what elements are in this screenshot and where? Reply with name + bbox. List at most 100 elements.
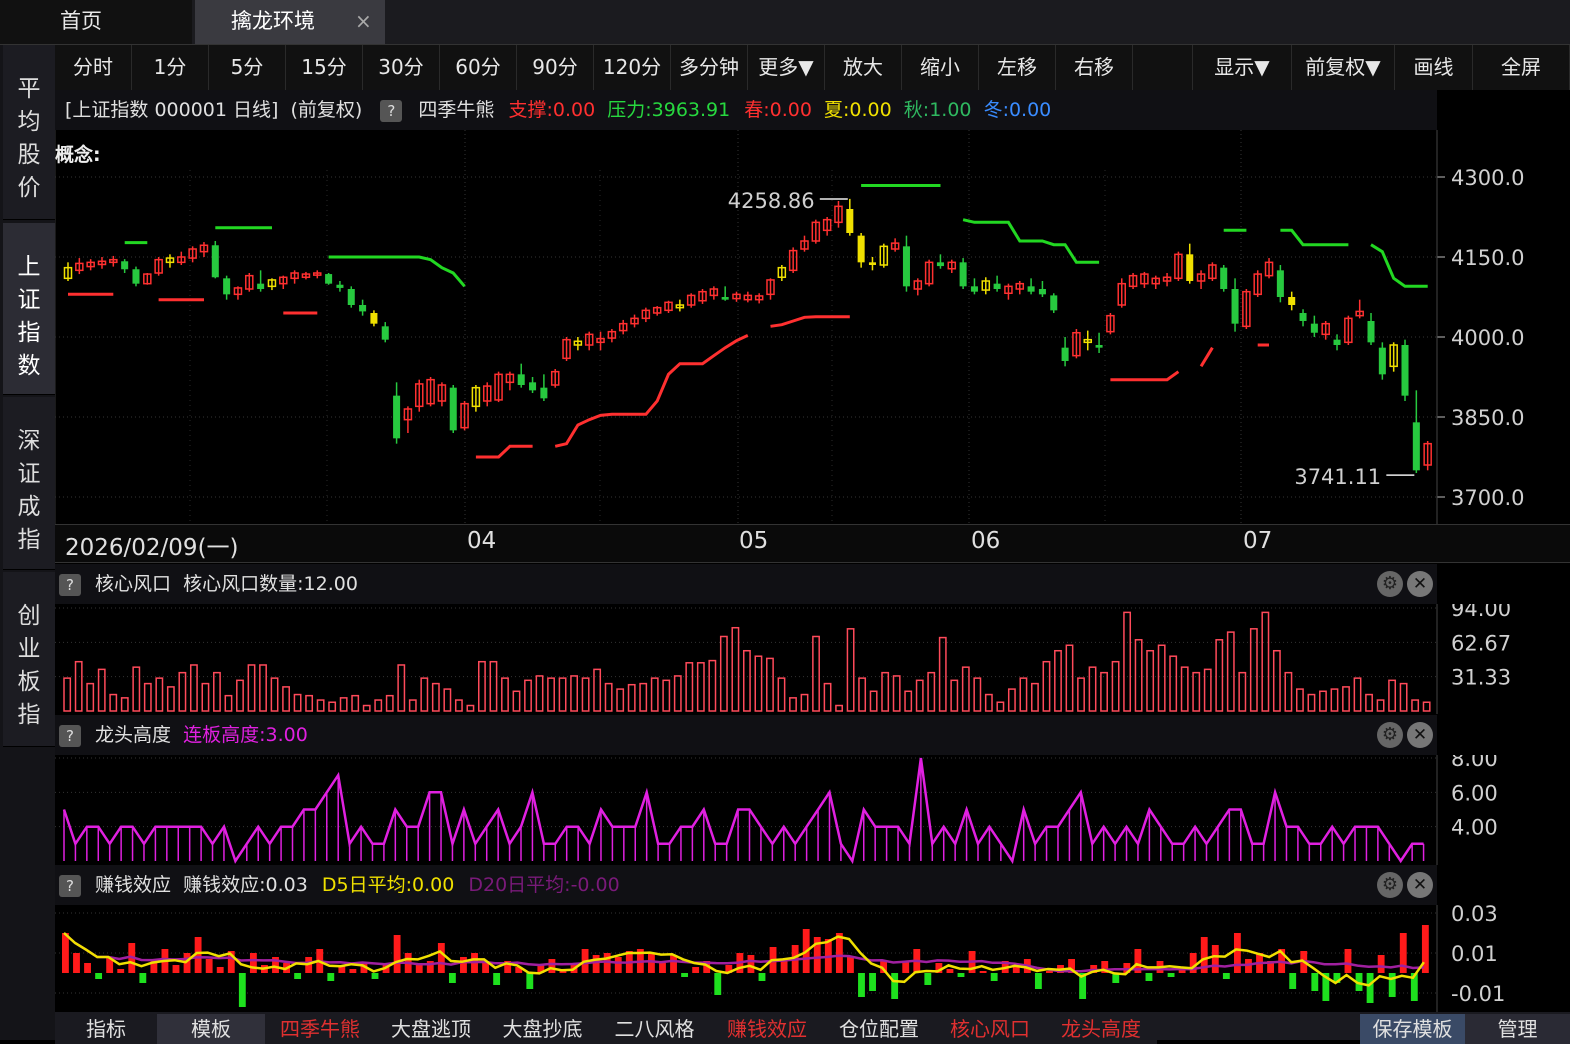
toolbar: 分时 1分 5分 15分 30分 60分 90分 120分 多分钟 更多▼ 放大 缩小 左移 右移 显示▼ 前… <box>55 45 1570 90</box>
sidebar-item-char: 证 <box>17 287 41 313</box>
y-tick-label: 0.01 <box>1451 942 1498 966</box>
sidebar-item-char: 上 <box>17 254 41 280</box>
candle-body-down <box>1186 254 1194 281</box>
candle-body-down <box>1288 297 1296 305</box>
panel-value: 核心风口数量:12.00 <box>183 573 358 595</box>
toolbar-button[interactable]: 放大 <box>825 45 902 90</box>
help-icon[interactable]: ? <box>59 875 81 897</box>
toolbar-button[interactable]: 30分 <box>363 45 440 90</box>
gear-icon[interactable]: ⚙ <box>1377 571 1403 597</box>
candle-body-down <box>449 387 457 431</box>
candle-body-down <box>347 289 355 305</box>
profit-bar <box>747 955 755 973</box>
sidebar-item[interactable]: 平均股价 <box>3 45 55 220</box>
gear-icon[interactable]: ⚙ <box>1377 722 1403 748</box>
tab-active[interactable]: 擒龙环境 × <box>195 0 385 44</box>
sidebar-item-char: 股 <box>17 142 41 168</box>
core-wind-bar-chart[interactable]: 94.00 62.67 31.33 <box>55 604 1570 714</box>
y-tick-label: 4300.0 <box>1451 166 1524 190</box>
candle-body-down <box>336 284 344 288</box>
panel-d20-value: D20日平均:-0.00 <box>468 874 620 896</box>
toolbar-button[interactable]: 60分 <box>440 45 517 90</box>
profit-bar <box>946 969 954 973</box>
pressure-value: 压力:3963.91 <box>607 99 731 121</box>
tab-home[interactable]: 首页 <box>0 0 192 44</box>
profit-bar <box>393 935 401 973</box>
toolbar-button[interactable]: 1分 <box>132 45 209 90</box>
toolbar-button[interactable]: 120分 <box>594 45 671 90</box>
toolbar-button[interactable]: 画线 <box>1395 45 1473 90</box>
toolbar-button[interactable]: 左移 <box>979 45 1056 90</box>
panel-header-profit-effect: ? 赚钱效应 赚钱效应:0.03 D5日平均:0.00 D20日平均:-0.00… <box>55 865 1437 905</box>
toolbar-button[interactable]: 多分钟 <box>671 45 748 90</box>
help-icon[interactable]: ? <box>380 100 403 122</box>
profit-bar <box>1233 933 1241 973</box>
profit-bar <box>979 971 987 973</box>
profit-bar <box>117 969 125 973</box>
toolbar-button[interactable]: 显示▼ <box>1193 45 1292 90</box>
profit-effect-chart[interactable]: 0.03 0.01 -0.01 <box>55 905 1570 1012</box>
help-icon[interactable]: ? <box>59 725 81 747</box>
profit-bar <box>205 959 213 973</box>
candle-body-down <box>959 262 967 287</box>
y-tick-label: 94.00 <box>1451 604 1511 621</box>
candle-body-down <box>1367 321 1375 343</box>
sidebar-item-char: 成 <box>17 494 41 520</box>
sidebar: 平均股价上证指数深证成指创业板指 <box>0 45 55 1040</box>
month-label: 07 <box>1243 528 1273 554</box>
candle-body-down <box>857 235 865 263</box>
candlestick-chart[interactable]: 4300.0 4150.0 4000.0 3850.0 3700.0 4258.86 374… <box>55 130 1570 524</box>
candle-body-down <box>1333 339 1341 345</box>
toolbar-button[interactable]: 更多▼ <box>748 45 825 90</box>
y-tick-label: -0.01 <box>1451 982 1505 1006</box>
close-icon[interactable]: ✕ <box>1407 571 1433 597</box>
toolbar-button[interactable]: 5分 <box>209 45 286 90</box>
candle-body-down <box>325 274 333 284</box>
sidebar-item-char: 平 <box>17 76 41 102</box>
profit-bar <box>891 973 899 999</box>
indicator-info-bar: [上证指数 000001 日线] (前复权) ? 四季牛熊 支撑:0.00 压力… <box>55 90 1437 130</box>
candle-body-down <box>540 387 548 399</box>
toolbar-button[interactable]: 全屏 <box>1473 45 1570 90</box>
sidebar-item-char: 均 <box>17 109 41 135</box>
spring-value: 春:0.00 <box>744 99 812 121</box>
toolbar-button[interactable]: 前复权▼ <box>1292 45 1395 90</box>
help-icon[interactable]: ? <box>59 574 81 596</box>
close-icon[interactable]: ✕ <box>1407 872 1433 898</box>
profit-bar <box>238 973 246 1007</box>
profit-bar <box>349 969 357 973</box>
profit-bar <box>437 943 445 973</box>
date-axis: 2026/02/09(一) 04 05 06 07 <box>55 524 1570 563</box>
profit-bar <box>1034 973 1042 989</box>
profit-bar <box>172 965 180 973</box>
profit-bar <box>73 953 80 973</box>
close-icon[interactable]: × <box>355 0 372 42</box>
concept-label: 概念: <box>55 144 101 166</box>
profit-bar <box>1377 955 1385 973</box>
leader-height-line-chart[interactable]: 8.00 6.00 4.00 <box>55 755 1570 865</box>
close-icon[interactable]: ✕ <box>1407 722 1433 748</box>
panel-value: 连板高度:3.00 <box>183 724 308 746</box>
toolbar-button[interactable]: 分时 <box>55 45 132 90</box>
candle-body-down <box>359 305 367 312</box>
profit-bar <box>1211 945 1219 973</box>
gear-icon[interactable]: ⚙ <box>1377 872 1403 898</box>
sidebar-item[interactable]: 上证指数 <box>3 223 55 395</box>
profit-bar <box>327 973 335 981</box>
profit-bar <box>1222 973 1230 979</box>
toolbar-button[interactable]: 右移 <box>1056 45 1133 90</box>
toolbar-button[interactable]: 缩小 <box>902 45 979 90</box>
profit-bar <box>415 965 423 973</box>
profit-bar <box>249 953 257 973</box>
profit-bar <box>692 967 700 973</box>
candle-body-down <box>970 286 978 292</box>
sidebar-item-char: 创 <box>17 603 41 629</box>
month-label: 06 <box>971 528 1001 554</box>
profit-bar <box>835 933 843 973</box>
toolbar-button[interactable]: 90分 <box>517 45 594 90</box>
high-price-label: 4258.86 <box>728 189 815 213</box>
sidebar-item[interactable]: 深证成指 <box>3 397 55 570</box>
sidebar-item-char: 价 <box>17 175 41 201</box>
toolbar-button[interactable]: 15分 <box>286 45 363 90</box>
sidebar-item[interactable]: 创业板指 <box>3 572 55 747</box>
